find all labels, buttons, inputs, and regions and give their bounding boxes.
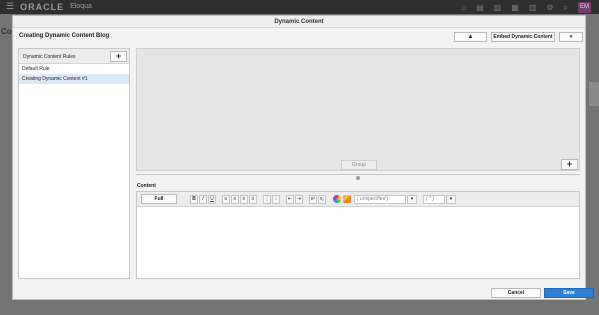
page-title: Creating Dynamic Content Blog	[19, 33, 110, 39]
rule-item[interactable]: Default Rule	[19, 64, 129, 74]
dynamic-content-dialog: Dynamic Content Creating Dynamic Content…	[12, 15, 594, 300]
cancel-button[interactable]: Cancel	[491, 288, 541, 298]
assets-icon[interactable]: ▤	[476, 3, 484, 12]
chevron-down-icon[interactable]: ▾	[407, 194, 417, 204]
underline-icon[interactable]: U	[208, 194, 216, 204]
dialog-title: Dynamic Content	[13, 16, 585, 28]
group-area: Group +	[136, 48, 580, 171]
save-button[interactable]: Save	[544, 288, 594, 298]
outdent-icon[interactable]: ⇤	[286, 194, 294, 204]
color-picker-icon[interactable]	[333, 195, 341, 203]
italic-icon[interactable]: I	[199, 194, 207, 204]
rules-panel: Dynamic Content Rules + Default Rule Cre…	[18, 48, 130, 279]
align-center-icon[interactable]: ≡	[231, 194, 239, 204]
oracle-logo: ORACLE	[20, 1, 65, 12]
editor-toolbar: Full B I U ≡ ≡ ≡ ≡ ⋮ ⁝ ⇤ ⇥ x² x₂ ( unspe…	[137, 192, 579, 207]
bold-icon[interactable]: B	[190, 194, 198, 204]
product-name: Eloqua	[70, 3, 92, 10]
settings-icon[interactable]: ⚙	[546, 3, 553, 12]
home-icon[interactable]: ⌂	[461, 3, 466, 12]
highlight-icon[interactable]	[343, 195, 351, 203]
background-page-title: Co	[1, 27, 12, 36]
content-editor[interactable]: Full B I U ≡ ≡ ≡ ≡ ⋮ ⁝ ⇤ ⇥ x² x₂ ( unspe…	[136, 191, 580, 279]
font-size-select[interactable]: ( * )	[423, 194, 445, 204]
move-up-button[interactable]: ▲	[454, 32, 487, 42]
indent-icon[interactable]: ⇥	[295, 194, 303, 204]
align-left-icon[interactable]: ≡	[222, 194, 230, 204]
search-icon[interactable]: ⌕	[564, 3, 568, 13]
dialog-header-row: Creating Dynamic Content Blog ▲ Embed Dy…	[13, 30, 587, 44]
align-right-icon[interactable]: ≡	[240, 194, 248, 204]
background-band	[589, 82, 599, 106]
campaign-icon[interactable]: ▨	[494, 3, 502, 12]
superscript-icon[interactable]: x²	[309, 194, 317, 204]
content-label: Content	[137, 183, 156, 189]
font-family-select[interactable]: ( unspecified )	[354, 194, 406, 204]
subscript-icon[interactable]: x₂	[318, 194, 326, 204]
avatar[interactable]: EM	[578, 2, 591, 13]
rules-header: Dynamic Content Rules +	[19, 49, 129, 64]
rule-item[interactable]: Creating Dynamic Content #1	[19, 74, 129, 84]
contacts-icon[interactable]: ▦	[511, 3, 519, 12]
app-brand: ☰ ORACLE Eloqua	[6, 1, 92, 12]
align-justify-icon[interactable]: ≡	[249, 194, 257, 204]
splitter[interactable]	[136, 174, 580, 175]
splitter-handle-icon[interactable]	[356, 176, 360, 180]
app-toolbar: ⌂ ▤ ▨ ▦ ▥ ⚙ ⌕ EM	[461, 2, 591, 13]
menu-icon[interactable]: ☰	[6, 1, 14, 12]
ordered-list-icon[interactable]: ⋮	[263, 194, 271, 204]
editor-mode-button[interactable]: Full	[141, 194, 177, 204]
forward-button[interactable]: »	[559, 32, 583, 42]
chevron-down-icon[interactable]: ▾	[446, 194, 456, 204]
add-rule-button[interactable]: +	[110, 51, 127, 62]
group-button[interactable]: Group	[341, 160, 377, 170]
unordered-list-icon[interactable]: ⁝	[272, 194, 280, 204]
add-group-button[interactable]: +	[561, 159, 578, 170]
reports-icon[interactable]: ▥	[529, 3, 537, 12]
rules-header-label: Dynamic Content Rules	[23, 54, 76, 60]
app-header: ☰ ORACLE Eloqua ⌂ ▤ ▨ ▦ ▥ ⚙ ⌕ EM	[0, 0, 599, 14]
embed-dynamic-content-button[interactable]: Embed Dynamic Content	[491, 32, 555, 42]
